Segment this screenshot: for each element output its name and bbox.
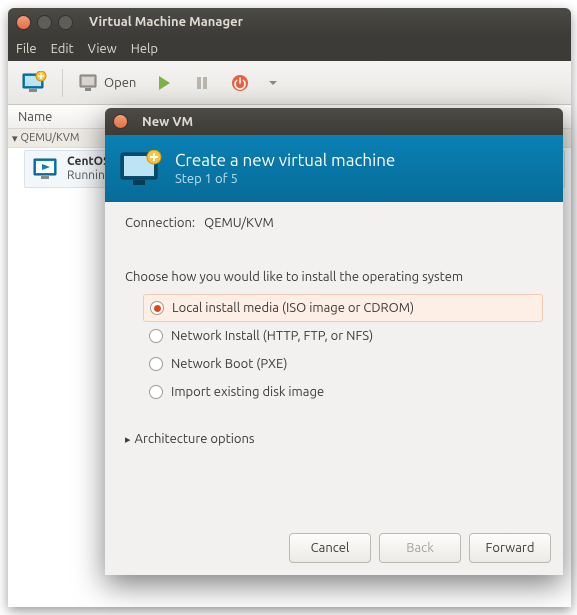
window-maximize-icon[interactable]	[58, 15, 73, 30]
shutdown-button[interactable]	[223, 66, 257, 100]
menu-file[interactable]: File	[16, 42, 37, 56]
dialog-header: Create a new virtual machine Step 1 of 5	[105, 135, 563, 202]
open-button[interactable]: Open	[71, 66, 143, 100]
radio-network-boot[interactable]: Network Boot (PXE)	[143, 350, 543, 378]
shutdown-menu-button[interactable]	[261, 66, 285, 100]
radio-icon	[149, 385, 163, 399]
toolbar-separator	[62, 69, 63, 97]
open-button-label: Open	[104, 76, 136, 90]
window-close-icon[interactable]	[16, 15, 31, 30]
radio-local-install[interactable]: Local install media (ISO image or CDROM)	[143, 294, 543, 322]
forward-button[interactable]: Forward	[469, 533, 551, 563]
install-method-radios: Local install media (ISO image or CDROM)…	[125, 294, 543, 406]
window-title: Virtual Machine Manager	[89, 15, 243, 29]
monitor-play-icon	[33, 158, 59, 180]
new-vm-dialog: New VM Create a new virtual machine Step…	[105, 108, 563, 575]
menu-help[interactable]: Help	[131, 42, 158, 56]
chevron-down-icon: ▾	[12, 132, 18, 145]
radio-import-disk[interactable]: Import existing disk image	[143, 378, 543, 406]
dialog-button-row: Cancel Back Forward	[289, 533, 551, 563]
menubar: File Edit View Help	[8, 36, 571, 61]
toolbar: Open	[8, 61, 571, 105]
radio-icon	[149, 357, 163, 371]
menu-edit[interactable]: Edit	[51, 42, 74, 56]
radio-icon	[149, 329, 163, 343]
chevron-right-icon: ▸	[125, 433, 131, 446]
main-titlebar[interactable]: Virtual Machine Manager	[8, 8, 571, 36]
dialog-titlebar[interactable]: New VM	[105, 108, 563, 135]
dialog-step: Step 1 of 5	[175, 172, 395, 186]
cancel-button[interactable]: Cancel	[289, 533, 371, 563]
radio-icon	[150, 301, 164, 315]
architecture-options-label: Architecture options	[135, 432, 255, 446]
radio-network-install-label: Network Install (HTTP, FTP, or NFS)	[171, 329, 373, 343]
connection-label: Connection:	[125, 216, 195, 230]
radio-local-install-label: Local install media (ISO image or CDROM)	[172, 301, 414, 315]
connection-value: QEMU/KVM	[204, 216, 274, 230]
dialog-body: Connection: QEMU/KVM Choose how you woul…	[105, 202, 563, 460]
radio-network-boot-label: Network Boot (PXE)	[171, 357, 287, 371]
dialog-heading: Create a new virtual machine	[175, 151, 395, 170]
choose-install-message: Choose how you would like to install the…	[125, 270, 543, 284]
dialog-title: New VM	[142, 115, 193, 129]
menu-view[interactable]: View	[88, 42, 117, 56]
dialog-close-icon[interactable]	[113, 114, 128, 129]
architecture-options-expander[interactable]: ▸ Architecture options	[125, 432, 543, 446]
connection-row: Connection: QEMU/KVM	[125, 216, 543, 230]
run-button[interactable]	[147, 66, 181, 100]
back-button: Back	[379, 533, 461, 563]
window-minimize-icon[interactable]	[37, 15, 52, 30]
new-vm-icon	[119, 150, 163, 188]
pause-button[interactable]	[185, 66, 219, 100]
new-vm-button[interactable]	[14, 66, 54, 100]
connection-group-label: QEMU/KVM	[21, 132, 80, 144]
radio-import-disk-label: Import existing disk image	[171, 385, 324, 399]
radio-network-install[interactable]: Network Install (HTTP, FTP, or NFS)	[143, 322, 543, 350]
